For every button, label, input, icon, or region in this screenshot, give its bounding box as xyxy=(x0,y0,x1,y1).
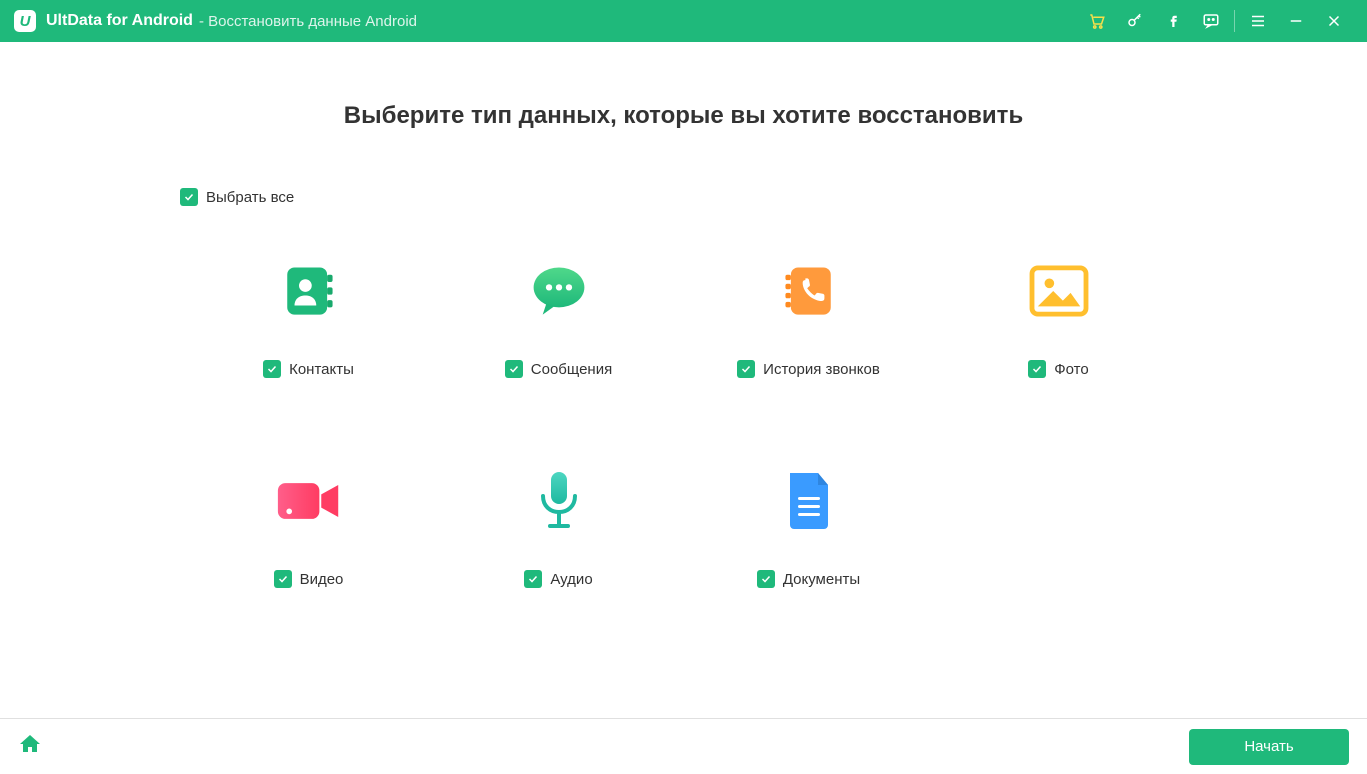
titlebar: U UltData for Android - Восстановить дан… xyxy=(0,0,1367,42)
titlebar-divider xyxy=(1234,10,1235,32)
bottom-bar: Начать xyxy=(0,718,1367,774)
feedback-icon[interactable] xyxy=(1192,0,1230,42)
tile-messages-checkbox[interactable]: Сообщения xyxy=(505,360,612,378)
tile-call-history-checkbox[interactable]: История звонков xyxy=(737,360,880,378)
key-icon[interactable] xyxy=(1116,0,1154,42)
app-subtitle: - Восстановить данные Android xyxy=(199,13,417,30)
select-all-label: Выбрать все xyxy=(206,189,294,206)
tile-documents-label: Документы xyxy=(783,571,860,588)
app-title: UltData for Android xyxy=(46,12,193,30)
checkmark-icon xyxy=(505,360,523,378)
contacts-icon xyxy=(274,256,344,326)
video-icon xyxy=(274,466,344,536)
checkmark-icon xyxy=(1028,360,1046,378)
checkmark-icon xyxy=(757,570,775,588)
menu-icon[interactable] xyxy=(1239,0,1277,42)
tile-empty xyxy=(934,466,1184,656)
facebook-icon[interactable] xyxy=(1154,0,1192,42)
tile-video-checkbox[interactable]: Видео xyxy=(274,570,344,588)
photos-icon xyxy=(1024,256,1094,326)
select-all-checkbox[interactable]: Выбрать все xyxy=(180,188,294,206)
tile-call-history-label: История звонков xyxy=(763,361,880,378)
checkmark-icon xyxy=(263,360,281,378)
cart-icon[interactable] xyxy=(1078,0,1116,42)
tile-documents: Документы xyxy=(684,466,934,656)
tile-contacts-checkbox[interactable]: Контакты xyxy=(263,360,354,378)
data-type-grid: Контакты Сообщения xyxy=(184,256,1184,656)
tile-photos-checkbox[interactable]: Фото xyxy=(1028,360,1088,378)
checkmark-icon xyxy=(274,570,292,588)
call-history-icon xyxy=(774,256,844,326)
checkmark-icon xyxy=(524,570,542,588)
tile-messages: Сообщения xyxy=(434,256,684,446)
tile-messages-label: Сообщения xyxy=(531,361,612,378)
audio-icon xyxy=(524,466,594,536)
tile-audio: Аудио xyxy=(434,466,684,656)
tile-video: Видео xyxy=(184,466,434,656)
main-content: Выберите тип данных, которые вы хотите в… xyxy=(0,42,1367,718)
tile-photos: Фото xyxy=(934,256,1184,446)
documents-icon xyxy=(774,466,844,536)
tile-video-label: Видео xyxy=(300,571,344,588)
minimize-icon[interactable] xyxy=(1277,0,1315,42)
home-icon[interactable] xyxy=(18,732,42,761)
tile-contacts-label: Контакты xyxy=(289,361,354,378)
checkmark-icon xyxy=(180,188,198,206)
messages-icon xyxy=(524,256,594,326)
tile-call-history: История звонков xyxy=(684,256,934,446)
close-icon[interactable] xyxy=(1315,0,1353,42)
app-logo: U xyxy=(14,10,36,32)
start-button[interactable]: Начать xyxy=(1189,729,1349,765)
page-heading: Выберите тип данных, которые вы хотите в… xyxy=(344,102,1023,130)
tile-photos-label: Фото xyxy=(1054,361,1088,378)
tile-documents-checkbox[interactable]: Документы xyxy=(757,570,860,588)
checkmark-icon xyxy=(737,360,755,378)
tile-audio-checkbox[interactable]: Аудио xyxy=(524,570,592,588)
tile-contacts: Контакты xyxy=(184,256,434,446)
tile-audio-label: Аудио xyxy=(550,571,592,588)
